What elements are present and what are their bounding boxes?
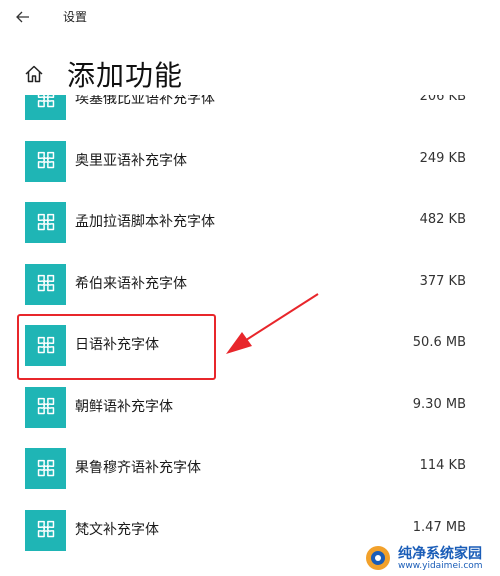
feature-item[interactable]: 朝鲜语补充字体 9.30 MB — [0, 371, 500, 433]
window-title: 设置 — [63, 10, 88, 24]
back-arrow-icon — [16, 11, 29, 23]
feature-name: 果鲁穆齐语补充字体 — [75, 460, 201, 476]
feature-name: 奥里亚语补充字体 — [75, 152, 187, 169]
feature-name: 埃塞俄比亚语补充字体 — [75, 95, 215, 107]
watermark-name: 纯净系统家园 — [398, 546, 482, 562]
puzzle-icon — [25, 325, 66, 366]
feature-size: 114 KB — [419, 458, 466, 473]
title-bar: 设置 — [0, 0, 500, 34]
feature-item[interactable]: 奥里亚语补充字体 249 KB — [0, 125, 500, 187]
feature-size: 249 KB — [419, 150, 466, 166]
feature-size: 9.30 MB — [412, 396, 466, 412]
feature-item[interactable]: 埃塞俄比亚语补充字体 206 KB — [0, 95, 500, 125]
puzzle-icon — [25, 448, 66, 489]
back-button[interactable] — [12, 6, 34, 28]
feature-name: 希伯来语补充字体 — [75, 275, 187, 292]
page-header: 添加功能 — [0, 52, 500, 96]
page-title: 添加功能 — [67, 59, 184, 92]
puzzle-icon — [25, 202, 66, 243]
feature-item[interactable]: 希伯来语补充字体 377 KB — [0, 248, 500, 310]
feature-name: 梵文补充字体 — [75, 521, 159, 538]
feature-size: 1.47 MB — [412, 519, 466, 535]
puzzle-icon — [25, 95, 66, 120]
puzzle-icon — [25, 263, 66, 305]
feature-item[interactable]: 孟加拉语脚本补充字体 482 KB — [0, 186, 500, 248]
watermark: 纯净系统家园 www.yidaimei.com — [360, 540, 500, 576]
watermark-url: www.yidaimei.com — [398, 561, 483, 571]
watermark-logo-icon — [366, 546, 390, 570]
feature-name: 孟加拉语脚本补充字体 — [75, 214, 215, 230]
feature-item[interactable]: 果鲁穆齐语补充字体 114 KB — [0, 432, 500, 494]
feature-name: 朝鲜语补充字体 — [75, 398, 173, 415]
feature-name: 日语补充字体 — [75, 337, 159, 353]
feature-list[interactable]: 埃塞俄比亚语补充字体 206 KB 奥里亚语补充字体 249 KB 孟加拉语脚本补充字体… — [0, 95, 500, 576]
feature-size: 206 KB — [419, 95, 466, 104]
puzzle-icon — [25, 140, 66, 182]
feature-size: 482 KB — [419, 212, 466, 227]
feature-size: 50.6 MB — [412, 335, 466, 350]
puzzle-icon — [25, 509, 66, 551]
feature-item[interactable]: 日语补充字体 50.6 MB — [0, 309, 500, 371]
feature-size: 377 KB — [419, 273, 466, 289]
home-icon[interactable] — [24, 64, 44, 84]
puzzle-icon — [25, 386, 66, 428]
